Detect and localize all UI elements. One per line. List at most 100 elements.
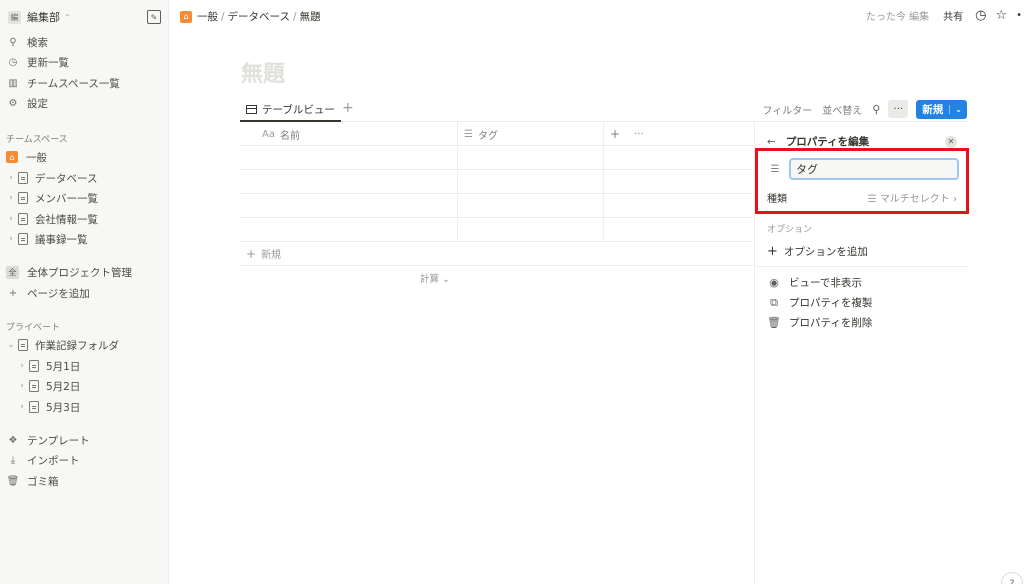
help-button[interactable]: ? bbox=[1001, 572, 1023, 584]
duplicate-property-button[interactable]: ⧉ プロパティを複製 bbox=[767, 295, 872, 310]
sidebar-item-teamspaces[interactable]: ▥ チームスペース一覧 bbox=[6, 74, 163, 92]
sidebar-item-database[interactable]: › データベース bbox=[6, 169, 163, 187]
sidebar-item-general[interactable]: ⌂ 一般 bbox=[6, 148, 163, 166]
table-cell[interactable] bbox=[458, 194, 604, 218]
sidebar-item-import[interactable]: ⤓ インポート bbox=[6, 451, 163, 469]
page-title[interactable]: 無題 bbox=[241, 56, 285, 88]
sidebar-item-trash[interactable]: 🗑 ゴミ箱 bbox=[6, 472, 163, 490]
property-type-row[interactable]: 種類 ☰ マルチセレクト › bbox=[767, 190, 957, 205]
workspace-switcher[interactable]: 編 編集部 ⌃ ✎ bbox=[8, 8, 161, 26]
sidebar-item-label: 一般 bbox=[26, 151, 47, 164]
sidebar-item-members[interactable]: › メンバー一覧 bbox=[6, 189, 163, 207]
table-cell bbox=[604, 218, 753, 242]
star-icon[interactable]: ☆ bbox=[995, 8, 1007, 23]
chevron-right-icon[interactable]: › bbox=[6, 234, 16, 244]
sidebar-item-may2[interactable]: › 5月2日 bbox=[17, 377, 174, 395]
trash-icon: 🗑 bbox=[6, 475, 20, 487]
new-page-icon[interactable]: ✎ bbox=[147, 10, 161, 24]
new-row-label: 新規 bbox=[261, 250, 282, 261]
sidebar-item-may1[interactable]: › 5月1日 bbox=[17, 357, 174, 375]
filter-button[interactable]: フィルター bbox=[762, 102, 812, 117]
new-button-label[interactable]: 新規 bbox=[916, 102, 949, 117]
column-header-tag[interactable]: ☰ タグ bbox=[458, 122, 604, 146]
home-icon: ⌂ bbox=[6, 151, 18, 163]
tab-table-view[interactable]: テーブルビュー bbox=[240, 98, 341, 122]
chevron-right-icon[interactable]: › bbox=[6, 214, 16, 224]
table-cell[interactable] bbox=[458, 218, 604, 242]
sidebar-item-updates[interactable]: ◷ 更新一覧 bbox=[6, 53, 163, 71]
table-cell[interactable] bbox=[240, 218, 458, 242]
sidebar-item-label: 会社情報一覧 bbox=[35, 213, 98, 226]
sidebar-item-settings[interactable]: ⚙ 設定 bbox=[6, 94, 163, 112]
calculate-button[interactable]: 計算 ⌄ bbox=[420, 271, 450, 285]
sidebar-item-label: チームスペース一覧 bbox=[27, 77, 120, 90]
breadcrumb-separator: / bbox=[221, 10, 225, 23]
table-cell bbox=[604, 194, 753, 218]
table-cell[interactable] bbox=[240, 170, 458, 194]
table-header-row: Aa 名前 ☰ タグ + ··· bbox=[240, 122, 753, 146]
table-cell[interactable] bbox=[458, 170, 604, 194]
chevron-down-icon[interactable]: ⌄ bbox=[949, 104, 967, 114]
search-icon[interactable]: ⚲ bbox=[872, 103, 880, 116]
breadcrumb-home[interactable]: 一般 bbox=[197, 9, 218, 24]
sidebar-item-label: 更新一覧 bbox=[27, 56, 69, 69]
column-more-button[interactable]: ··· bbox=[634, 129, 644, 140]
chevron-right-icon[interactable]: › bbox=[17, 361, 27, 371]
chevron-right-icon[interactable]: › bbox=[17, 381, 27, 391]
sidebar-item-may3[interactable]: › 5月3日 bbox=[17, 398, 174, 416]
add-column-button[interactable]: + bbox=[610, 127, 620, 141]
chevron-right-icon[interactable]: › bbox=[17, 402, 27, 412]
table-cell bbox=[604, 146, 753, 170]
breadcrumb-parent[interactable]: データベース bbox=[228, 9, 290, 24]
project-avatar: 全 bbox=[6, 265, 19, 279]
table-row[interactable] bbox=[240, 218, 753, 242]
property-type-label: 種類 bbox=[767, 194, 787, 205]
new-button[interactable]: 新規 ⌄ bbox=[916, 99, 967, 119]
chevron-down-icon[interactable]: ⌄ bbox=[6, 340, 16, 350]
table-cell[interactable] bbox=[240, 146, 458, 170]
column-header-name[interactable]: Aa 名前 bbox=[240, 122, 458, 146]
chevron-right-icon[interactable]: › bbox=[6, 173, 16, 183]
list-icon[interactable]: ☰ bbox=[767, 164, 783, 175]
sidebar-item-search[interactable]: ⚲ 検索 bbox=[6, 33, 163, 51]
add-view-button[interactable]: + bbox=[342, 100, 354, 116]
table-row[interactable] bbox=[240, 146, 753, 170]
sidebar-item-label: 検索 bbox=[27, 36, 48, 49]
breadcrumb-current[interactable]: 無題 bbox=[300, 9, 321, 24]
sidebar-item-templates[interactable]: ❖ テンプレート bbox=[6, 431, 163, 449]
back-arrow-icon[interactable]: ← bbox=[767, 136, 776, 148]
workspace-name: 編集部 bbox=[27, 11, 60, 24]
property-name-input[interactable] bbox=[789, 158, 959, 180]
view-actions: フィルター 並べ替え ⚲ ··· 新規 ⌄ bbox=[762, 98, 967, 120]
sort-button[interactable]: 並べ替え bbox=[822, 102, 862, 117]
sidebar-item-companies[interactable]: › 会社情報一覧 bbox=[6, 210, 163, 228]
tab-label: テーブルビュー bbox=[262, 103, 335, 116]
new-row-button[interactable]: + 新規 bbox=[240, 242, 753, 266]
more-icon[interactable]: • bbox=[1016, 10, 1022, 21]
sidebar-item-label: ページを追加 bbox=[27, 287, 90, 300]
delete-property-button[interactable]: 🗑 プロパティを削除 bbox=[767, 315, 872, 330]
divider bbox=[755, 266, 968, 267]
table-cell[interactable] bbox=[240, 194, 458, 218]
history-icon[interactable]: ◷ bbox=[975, 8, 986, 23]
sidebar-item-minutes[interactable]: › 議事録一覧 bbox=[6, 230, 163, 248]
chevron-right-icon[interactable]: › bbox=[6, 193, 16, 203]
sidebar-item-work-folder[interactable]: ⌄ 作業記録フォルダ bbox=[6, 336, 163, 354]
add-option-button[interactable]: + オプションを追加 bbox=[767, 244, 868, 259]
hide-in-view-button[interactable]: ◉ ビューで非表示 bbox=[767, 275, 862, 290]
plus-icon: + bbox=[8, 287, 18, 299]
action-label: ビューで非表示 bbox=[789, 277, 862, 289]
more-options-button[interactable]: ··· bbox=[888, 100, 909, 118]
sidebar-item-label: 全体プロジェクト管理 bbox=[27, 266, 132, 279]
table-cell[interactable] bbox=[458, 146, 604, 170]
import-icon: ⤓ bbox=[10, 454, 16, 466]
chevron-right-icon: › bbox=[949, 194, 957, 205]
table-row[interactable] bbox=[240, 170, 753, 194]
sidebar-item-project[interactable]: 全 全体プロジェクト管理 bbox=[6, 263, 163, 281]
table-row[interactable] bbox=[240, 194, 753, 218]
property-edit-panel: ← プロパティを編集 ✕ ☰ 種類 ☰ マルチセレクト › オプション + オプ… bbox=[754, 122, 968, 584]
add-page-button[interactable]: + ページを追加 bbox=[6, 284, 163, 302]
share-button[interactable]: 共有 bbox=[943, 8, 963, 23]
close-icon[interactable]: ✕ bbox=[945, 135, 957, 148]
page-icon bbox=[18, 172, 28, 184]
